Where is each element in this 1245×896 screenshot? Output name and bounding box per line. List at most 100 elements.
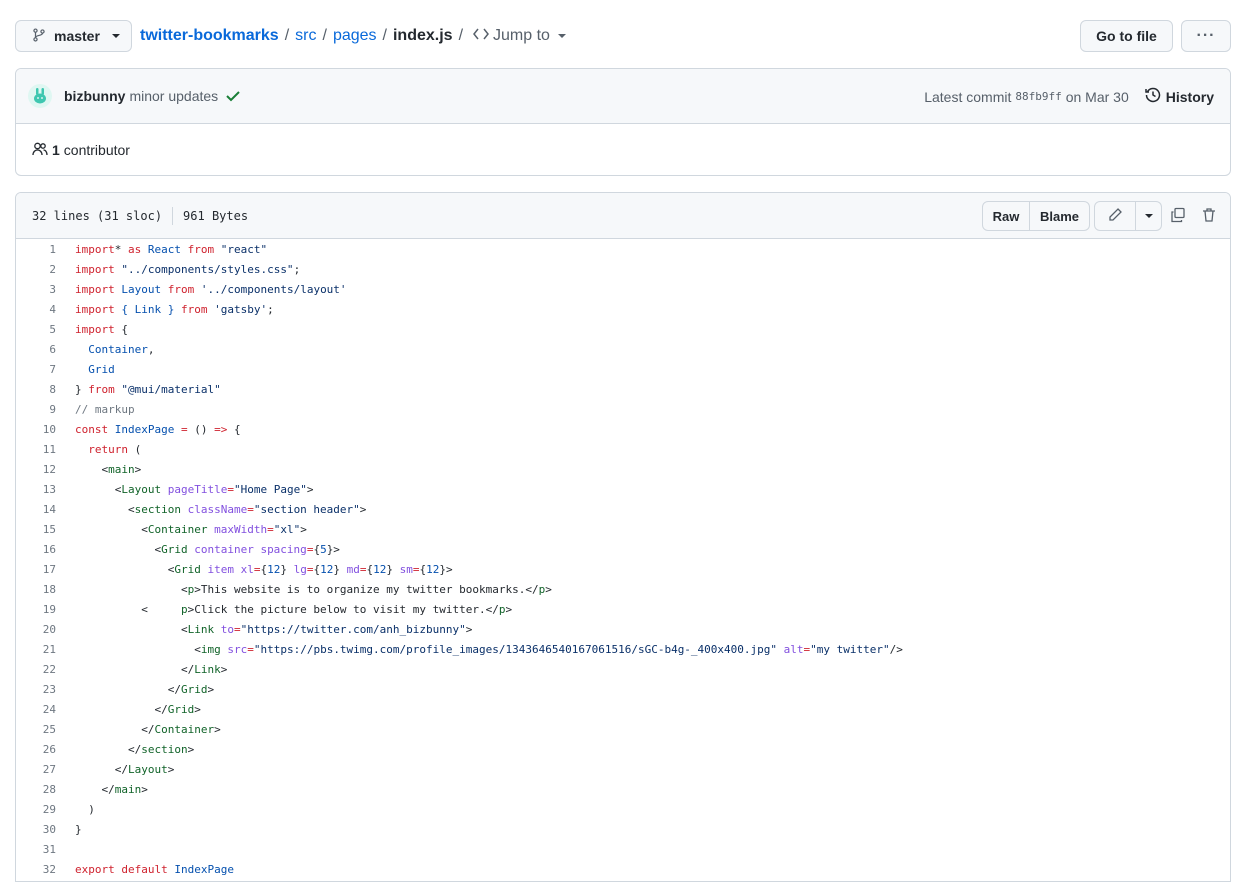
- history-link[interactable]: History: [1145, 87, 1214, 106]
- divider: [172, 206, 174, 225]
- breadcrumb-repo-link[interactable]: twitter-bookmarks: [140, 27, 279, 45]
- trash-icon[interactable]: [1199, 205, 1219, 225]
- code-line: 23 </Grid>: [16, 679, 1230, 699]
- code-line: 10 const IndexPage = () => {: [16, 419, 1230, 439]
- line-number[interactable]: 26: [16, 743, 56, 756]
- line-number[interactable]: 10: [16, 423, 56, 436]
- code-line: 7 Grid: [16, 359, 1230, 379]
- line-number[interactable]: 27: [16, 763, 56, 776]
- line-content: <Layout pageTitle="Home Page">: [75, 482, 314, 496]
- blame-button[interactable]: Blame: [1030, 201, 1090, 231]
- line-number[interactable]: 2: [16, 263, 56, 276]
- jump-to-label: Jump to: [493, 27, 550, 44]
- line-number[interactable]: 30: [16, 823, 56, 836]
- code-listing: 1 import* as React from "react" 2 import ".…: [16, 239, 1230, 879]
- code-line: 15 <Container maxWidth="xl">: [16, 519, 1230, 539]
- line-content: </Grid>: [75, 702, 201, 716]
- line-number[interactable]: 17: [16, 563, 56, 576]
- line-number[interactable]: 15: [16, 523, 56, 536]
- line-content: </main>: [75, 782, 148, 796]
- branch-name: master: [54, 28, 100, 44]
- history-label: History: [1165, 88, 1214, 105]
- line-number[interactable]: 4: [16, 303, 56, 316]
- line-number[interactable]: 6: [16, 343, 56, 356]
- line-content: </Layout>: [75, 762, 175, 776]
- code-line: 9 // markup: [16, 399, 1230, 419]
- line-number[interactable]: 3: [16, 283, 56, 296]
- line-number[interactable]: 24: [16, 703, 56, 716]
- more-options-button[interactable]: ···: [1181, 20, 1231, 52]
- code-line: 18 <p>This website is to organize my twi…: [16, 579, 1230, 599]
- copy-icon[interactable]: [1168, 205, 1188, 225]
- line-number[interactable]: 5: [16, 323, 56, 336]
- line-number[interactable]: 25: [16, 723, 56, 736]
- branch-select-button[interactable]: master: [15, 20, 132, 52]
- breadcrumb-pages-link[interactable]: pages: [333, 27, 377, 45]
- raw-button[interactable]: Raw: [982, 201, 1030, 231]
- check-icon[interactable]: [226, 90, 240, 102]
- line-content: ): [75, 802, 95, 816]
- edit-dropdown-button[interactable]: [1136, 201, 1162, 231]
- breadcrumb-separator: /: [284, 27, 290, 44]
- line-number[interactable]: 28: [16, 783, 56, 796]
- line-content: <Link to="https://twitter.com/anh_bizbun…: [75, 622, 473, 636]
- pencil-icon: [1107, 207, 1123, 226]
- line-number[interactable]: 1: [16, 243, 56, 256]
- line-number[interactable]: 8: [16, 383, 56, 396]
- breadcrumb-separator: /: [382, 27, 387, 44]
- code-icon: [473, 27, 489, 45]
- breadcrumb-src-link[interactable]: src: [295, 27, 316, 45]
- commit-message[interactable]: minor updates: [129, 88, 218, 104]
- avatar[interactable]: [28, 84, 52, 108]
- contributor-label: contributor: [63, 142, 130, 158]
- line-number[interactable]: 12: [16, 463, 56, 476]
- line-content: } from "@mui/material": [75, 382, 221, 396]
- line-content: // markup: [75, 402, 135, 416]
- line-number[interactable]: 11: [16, 443, 56, 456]
- line-number[interactable]: 16: [16, 543, 56, 556]
- chevron-down-icon: [111, 34, 120, 38]
- code-line: 4 import { Link } from 'gatsby';: [16, 299, 1230, 319]
- line-content: return (: [75, 442, 142, 456]
- commit-author[interactable]: bizbunny: [64, 88, 125, 104]
- chevron-down-icon: [557, 34, 566, 38]
- line-number[interactable]: 22: [16, 663, 56, 676]
- breadcrumb-file-name: index.js: [392, 27, 453, 44]
- line-content: Grid: [75, 362, 115, 376]
- code-line: 5 import {: [16, 319, 1230, 339]
- line-number[interactable]: 13: [16, 483, 56, 496]
- code-line: 32 export default IndexPage: [16, 859, 1230, 879]
- line-number[interactable]: 21: [16, 643, 56, 656]
- go-to-file-button[interactable]: Go to file: [1080, 20, 1173, 52]
- line-number[interactable]: 29: [16, 803, 56, 816]
- edit-file-button[interactable]: [1094, 201, 1136, 231]
- commit-sha-link[interactable]: 88fb9ff: [1015, 90, 1061, 103]
- code-line: 22 </Link>: [16, 659, 1230, 679]
- code-line: 1 import* as React from "react": [16, 239, 1230, 259]
- line-number[interactable]: 9: [16, 403, 56, 416]
- line-number[interactable]: 32: [16, 863, 56, 876]
- line-content: </Link>: [75, 662, 228, 676]
- chevron-down-icon: [1144, 214, 1153, 218]
- line-number[interactable]: 18: [16, 583, 56, 596]
- line-number[interactable]: 23: [16, 683, 56, 696]
- line-number[interactable]: 19: [16, 603, 56, 616]
- breadcrumb: twitter-bookmarks / src / pages / index.…: [140, 20, 566, 52]
- line-number[interactable]: 20: [16, 623, 56, 636]
- line-content: </Container>: [75, 722, 221, 736]
- line-number[interactable]: 7: [16, 363, 56, 376]
- contributors-row[interactable]: 1 contributor: [16, 124, 1230, 175]
- code-line: 13 <Layout pageTitle="Home Page">: [16, 479, 1230, 499]
- line-number[interactable]: 14: [16, 503, 56, 516]
- code-line: 14 <section className="section header">: [16, 499, 1230, 519]
- code-line: 20 <Link to="https://twitter.com/anh_biz…: [16, 619, 1230, 639]
- jump-to-menu[interactable]: Jump to: [473, 27, 566, 45]
- file-size: 961 Bytes: [183, 208, 249, 223]
- code-line: 29 ): [16, 799, 1230, 819]
- file-header: 32 lines (31 sloc) 961 Bytes Raw Blame: [16, 193, 1230, 239]
- code-line: 27 </Layout>: [16, 759, 1230, 779]
- git-branch-icon: [32, 27, 46, 46]
- code-line: 12 <main>: [16, 459, 1230, 479]
- line-number[interactable]: 31: [16, 843, 56, 856]
- raw-blame-group: Raw Blame: [982, 201, 1090, 231]
